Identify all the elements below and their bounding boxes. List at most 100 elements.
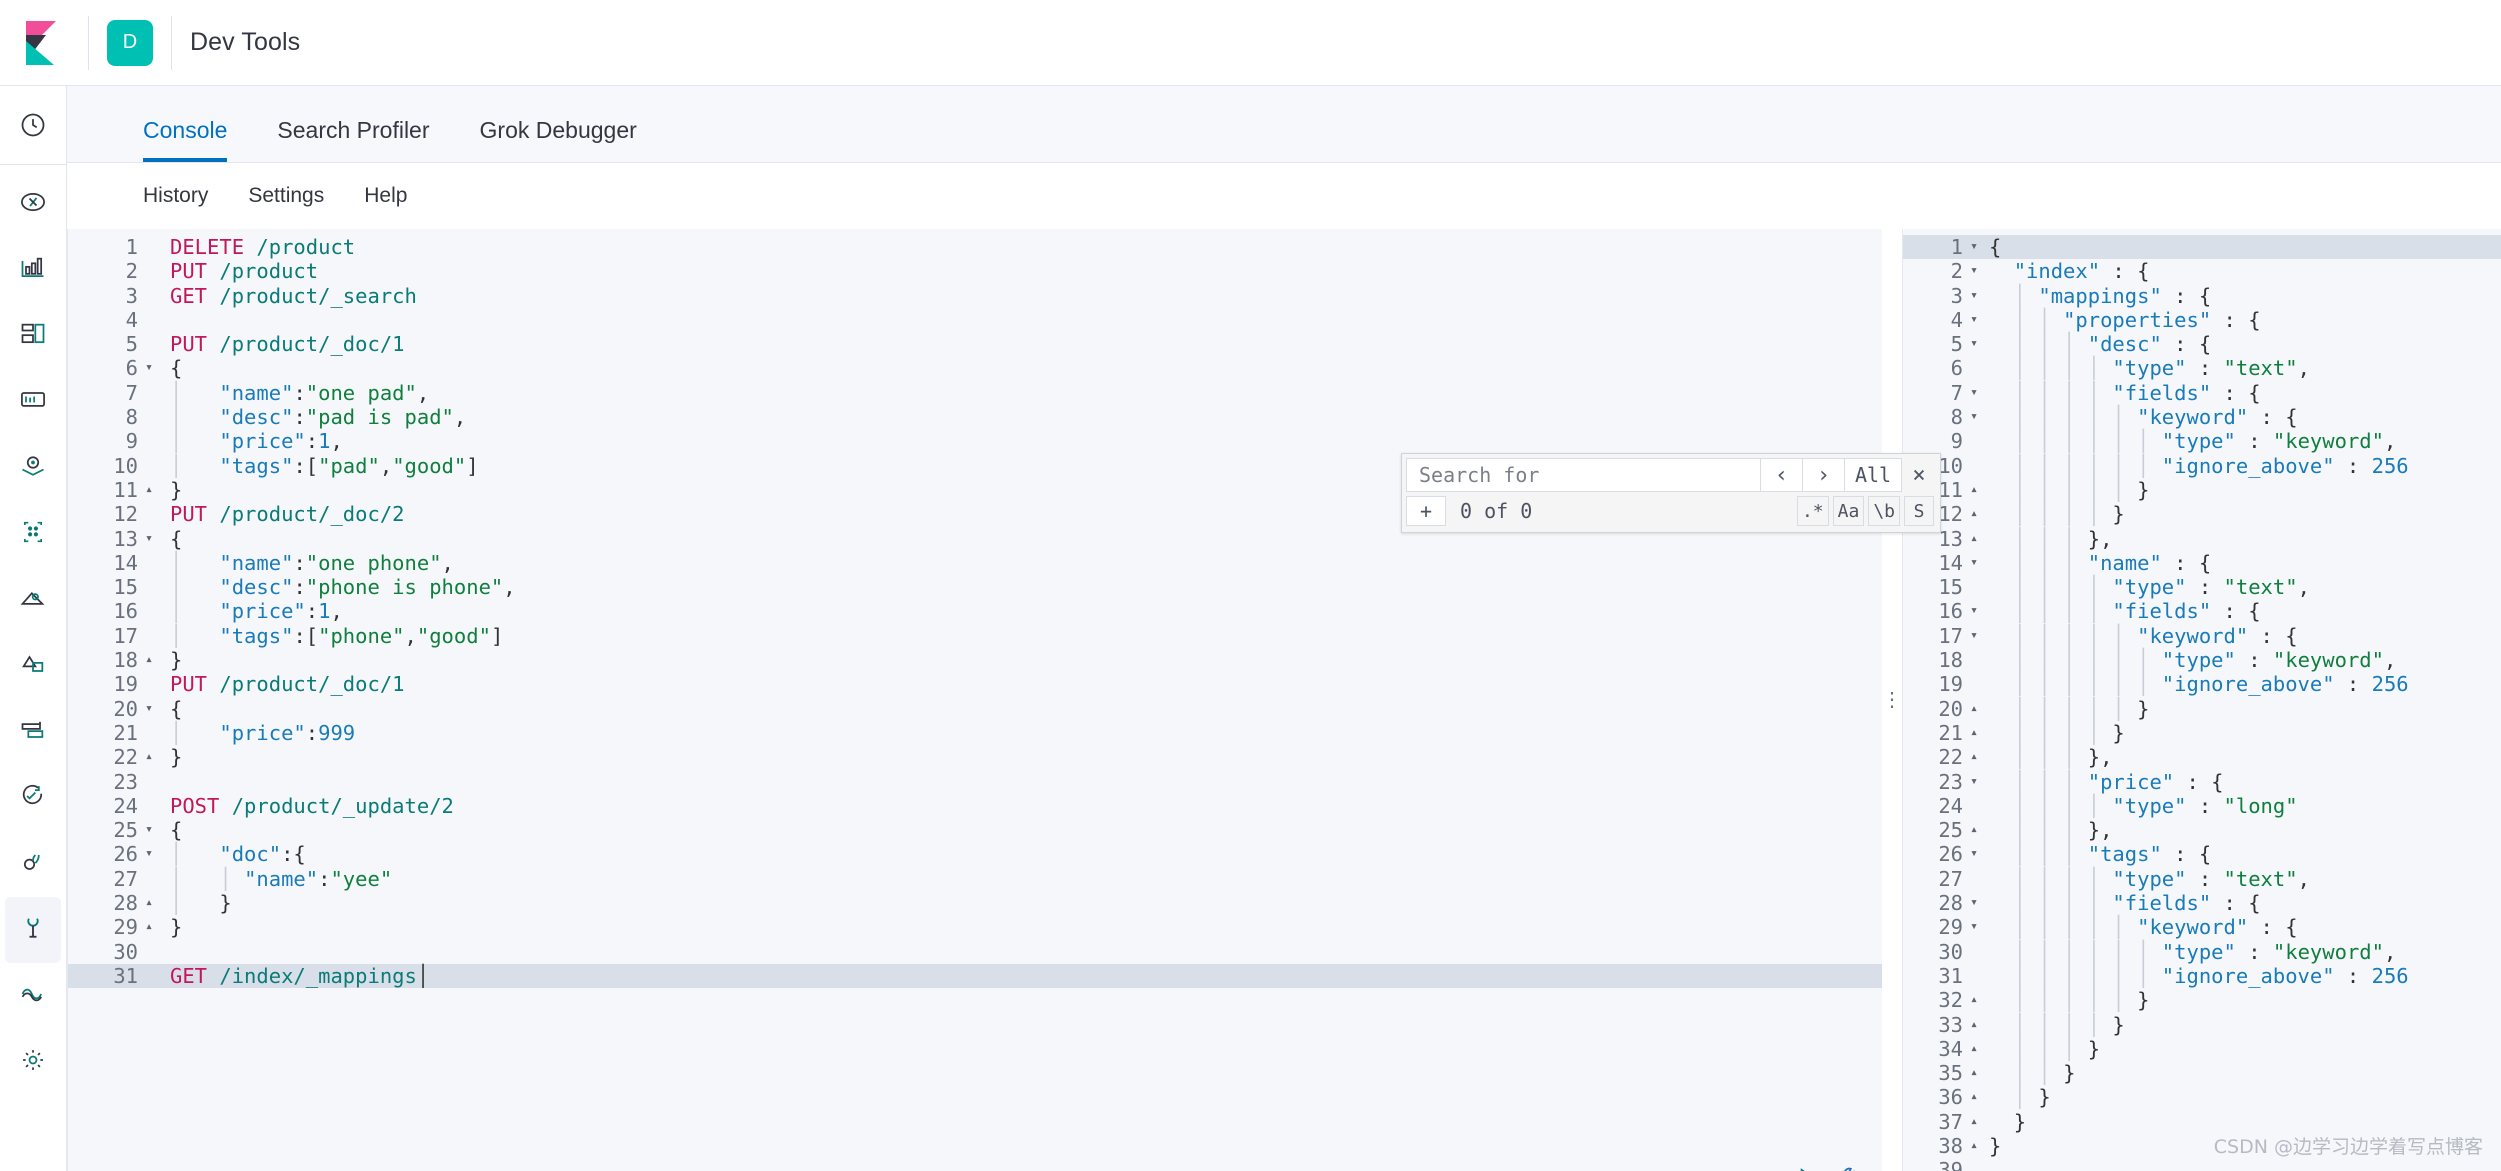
code-line[interactable]: 14 ▾ │ │ │ "name" : { <box>1903 551 2501 575</box>
fold-toggle-icon[interactable]: ▴ <box>1965 745 1983 769</box>
fold-toggle-icon[interactable]: ▴ <box>1965 1110 1983 1134</box>
code-line[interactable]: 17 │ "tags":["phone","good"] <box>68 624 1882 648</box>
code-line[interactable]: 5 PUT /product/_doc/1 <box>68 332 1882 356</box>
fold-toggle-icon[interactable]: ▴ <box>1965 1134 1983 1158</box>
code-line[interactable]: 29 ▾ │ │ │ │ │ "keyword" : { <box>1903 915 2501 939</box>
play-triangle-icon[interactable] <box>1794 1165 1820 1171</box>
fold-toggle-icon[interactable]: ▾ <box>1965 284 1983 308</box>
sidebar-item-uptime[interactable] <box>5 765 61 831</box>
code-line[interactable]: 26 ▾ │ "doc":{ <box>68 842 1882 866</box>
code-line[interactable]: 20 ▴ │ │ │ │ │ } <box>1903 697 2501 721</box>
search-flag-regex[interactable]: .* <box>1796 496 1829 526</box>
code-line[interactable]: 27 │ │ │ │ "type" : "text", <box>1903 867 2501 891</box>
code-line[interactable]: 2 PUT /product <box>68 259 1882 283</box>
code-line[interactable]: 28 ▾ │ │ │ │ "fields" : { <box>1903 891 2501 915</box>
pane-resize-handle[interactable]: ⋮ <box>1882 229 1902 1171</box>
sidebar-item-canvas[interactable] <box>5 369 61 435</box>
fold-toggle-icon[interactable]: ▾ <box>1965 381 1983 405</box>
code-line[interactable]: 13 ▴ │ │ │ }, <box>1903 527 2501 551</box>
fold-toggle-icon[interactable]: ▴ <box>1965 1061 1983 1085</box>
code-line[interactable]: 24 │ │ │ │ "type" : "long" <box>1903 794 2501 818</box>
fold-toggle-icon[interactable]: ▾ <box>140 842 158 866</box>
fold-toggle-icon[interactable]: ▾ <box>1965 235 1983 259</box>
code-line[interactable]: 17 ▾ │ │ │ │ │ "keyword" : { <box>1903 624 2501 648</box>
search-input[interactable]: Search for <box>1406 458 1760 492</box>
code-line[interactable]: 37 ▴ } <box>1903 1110 2501 1134</box>
code-line[interactable]: 12 ▴ │ │ │ │ } <box>1903 502 2501 526</box>
code-line[interactable]: 16 ▾ │ │ │ │ "fields" : { <box>1903 599 2501 623</box>
code-line[interactable]: 23 <box>68 770 1882 794</box>
close-icon[interactable]: × <box>1902 458 1936 492</box>
fold-toggle-icon[interactable]: ▾ <box>140 697 158 721</box>
fold-toggle-icon[interactable]: ▴ <box>1965 478 1983 502</box>
search-scope-all-button[interactable]: All <box>1844 458 1902 492</box>
request-editor-code[interactable]: 1 DELETE /product 2 PUT /product 3 GET /produ… <box>68 229 1882 989</box>
code-line[interactable]: 8 ▾ │ │ │ │ │ "keyword" : { <box>1903 405 2501 429</box>
code-line[interactable]: 19 PUT /product/_doc/1 <box>68 672 1882 696</box>
code-line[interactable]: 31 GET /index/_mappings│ <box>68 963 1882 989</box>
code-line[interactable]: 25 ▴ │ │ │ }, <box>1903 818 2501 842</box>
code-line[interactable]: 23 ▾ │ │ │ "price" : { <box>1903 770 2501 794</box>
code-line[interactable]: 30 <box>68 940 1882 964</box>
code-line[interactable]: 3 GET /product/_search <box>68 284 1882 308</box>
code-line[interactable]: 6 │ │ │ │ "type" : "text", <box>1903 356 2501 380</box>
sidebar-item-discover[interactable] <box>5 171 61 237</box>
menu-item-help[interactable]: Help <box>364 184 407 208</box>
fold-toggle-icon[interactable]: ▾ <box>1965 405 1983 429</box>
code-line[interactable]: 11 ▴ │ │ │ │ │ } <box>1903 478 2501 502</box>
code-line[interactable]: 19 │ │ │ │ │ │ "ignore_above" : 256 <box>1903 672 2501 696</box>
code-line[interactable]: 15 │ "desc":"phone is phone", <box>68 575 1882 599</box>
sidebar-item-maps[interactable] <box>5 435 61 501</box>
code-line[interactable]: 28 ▴ │ } <box>68 891 1882 915</box>
search-toggle-replace-button[interactable]: + <box>1406 496 1446 526</box>
code-line[interactable]: 30 │ │ │ │ │ │ "type" : "keyword", <box>1903 940 2501 964</box>
fold-toggle-icon[interactable]: ▾ <box>140 818 158 842</box>
fold-toggle-icon[interactable]: ▾ <box>1965 624 1983 648</box>
request-editor-pane[interactable]: 1 DELETE /product 2 PUT /product 3 GET /produ… <box>67 229 1882 1171</box>
fold-toggle-icon[interactable]: ▾ <box>1965 551 1983 575</box>
fold-toggle-icon[interactable]: ▴ <box>140 478 158 502</box>
code-line[interactable]: 3 ▾ │ "mappings" : { <box>1903 284 2501 308</box>
code-line[interactable]: 15 │ │ │ │ "type" : "text", <box>1903 575 2501 599</box>
fold-toggle-icon[interactable]: ▴ <box>140 648 158 672</box>
code-line[interactable]: 25 ▾ { <box>68 818 1882 842</box>
fold-toggle-icon[interactable]: ▴ <box>140 891 158 915</box>
sidebar-item-infrastructure[interactable] <box>5 567 61 633</box>
code-line[interactable]: 21 │ "price":999 <box>68 721 1882 745</box>
code-line[interactable]: 4 <box>68 308 1882 332</box>
kibana-logo-icon[interactable] <box>14 15 70 71</box>
sidebar-item-recently-viewed[interactable] <box>5 94 61 160</box>
wrench-icon[interactable] <box>1834 1165 1860 1171</box>
code-line[interactable]: 7 │ "name":"one pad", <box>68 381 1882 405</box>
fold-toggle-icon[interactable]: ▾ <box>1965 332 1983 356</box>
editor-search-widget[interactable]: Search for ‹ › All × + 0 of 0 .* Aa \b S <box>1401 453 1941 533</box>
code-line[interactable]: 29 ▴} <box>68 915 1882 939</box>
fold-toggle-icon[interactable]: ▴ <box>1965 1013 1983 1037</box>
code-line[interactable]: 10 │ │ │ │ │ │ "ignore_above" : 256 <box>1903 454 2501 478</box>
code-line[interactable]: 33 ▴ │ │ │ │ } <box>1903 1013 2501 1037</box>
fold-toggle-icon[interactable]: ▾ <box>1965 599 1983 623</box>
fold-toggle-icon[interactable]: ▴ <box>140 745 158 769</box>
fold-toggle-icon[interactable]: ▾ <box>140 527 158 551</box>
search-flag-case[interactable]: Aa <box>1832 496 1865 526</box>
fold-toggle-icon[interactable]: ▾ <box>140 356 158 380</box>
fold-toggle-icon[interactable]: ▾ <box>1965 915 1983 939</box>
code-line[interactable]: 9 │ │ │ │ │ │ "type" : "keyword", <box>1903 429 2501 453</box>
code-line[interactable]: 1 ▾{ <box>1903 235 2501 260</box>
sidebar-item-dashboard[interactable] <box>5 303 61 369</box>
code-line[interactable]: 6 ▾ { <box>68 356 1882 380</box>
code-line[interactable]: 39 <box>1903 1158 2501 1171</box>
fold-toggle-icon[interactable]: ▴ <box>1965 527 1983 551</box>
code-line[interactable]: 36 ▴ │ } <box>1903 1085 2501 1109</box>
code-line[interactable]: 31 │ │ │ │ │ │ "ignore_above" : 256 <box>1903 964 2501 988</box>
code-line[interactable]: 18 │ │ │ │ │ │ "type" : "keyword", <box>1903 648 2501 672</box>
fold-toggle-icon[interactable]: ▴ <box>1965 697 1983 721</box>
code-line[interactable]: 32 ▴ │ │ │ │ │ } <box>1903 988 2501 1012</box>
sidebar-item-dev-tools[interactable] <box>5 897 61 963</box>
fold-toggle-icon[interactable]: ▾ <box>1965 842 1983 866</box>
code-line[interactable]: 20 ▾ { <box>68 697 1882 721</box>
code-line[interactable]: 7 ▾ │ │ │ │ "fields" : { <box>1903 381 2501 405</box>
code-line[interactable]: 14 │ "name":"one phone", <box>68 551 1882 575</box>
code-line[interactable]: 4 ▾ │ │ "properties" : { <box>1903 308 2501 332</box>
code-line[interactable]: 26 ▾ │ │ │ "tags" : { <box>1903 842 2501 866</box>
